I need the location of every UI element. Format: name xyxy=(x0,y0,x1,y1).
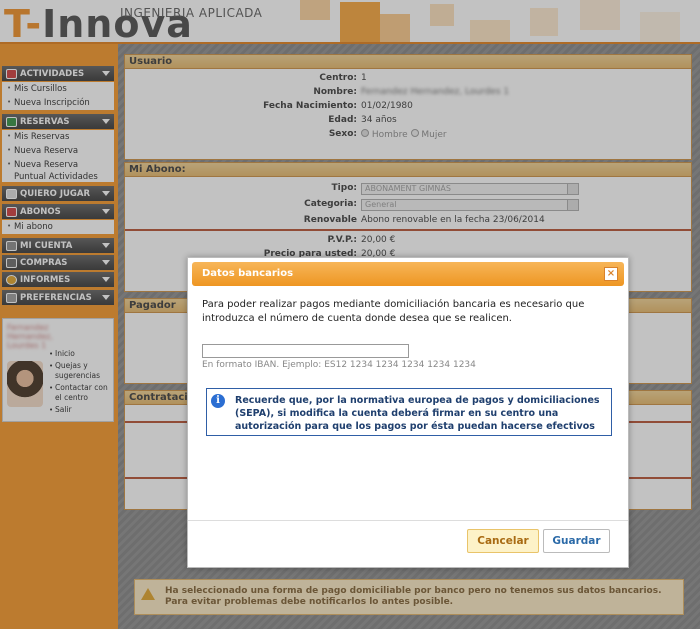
iban-hint: En formato IBAN. Ejemplo: ES12 1234 1234… xyxy=(202,360,476,370)
close-icon[interactable]: × xyxy=(604,267,618,281)
dialog-title: Datos bancarios xyxy=(202,268,294,279)
bank-details-dialog: Datos bancarios × Para poder realizar pa… xyxy=(187,257,629,568)
info-text: Recuerde que, por la normativa europea d… xyxy=(235,395,600,432)
save-button[interactable]: Guardar xyxy=(543,529,610,553)
info-icon: i xyxy=(211,394,225,408)
dialog-header: Datos bancarios × xyxy=(192,262,624,286)
dialog-message: Para poder realizar pagos mediante domic… xyxy=(202,299,585,324)
divider xyxy=(188,520,628,521)
info-box: i Recuerde que, por la normativa europea… xyxy=(206,388,612,436)
cancel-button[interactable]: Cancelar xyxy=(467,529,539,553)
iban-input[interactable] xyxy=(202,344,409,358)
